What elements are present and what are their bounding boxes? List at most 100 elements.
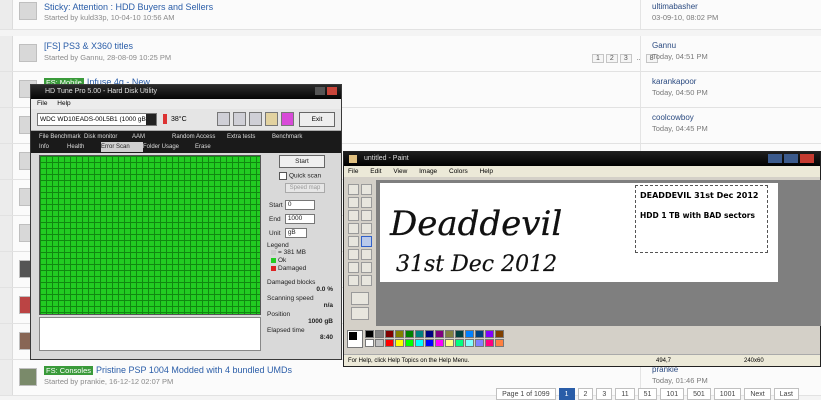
paint-titlebar[interactable]: untitled - Paint [344,152,820,166]
save-icon[interactable] [249,112,262,126]
eraser-icon[interactable] [348,197,359,208]
tab-aam[interactable]: AAM [132,132,172,142]
palette-swatch[interactable] [485,339,494,347]
fill-icon[interactable] [361,197,372,208]
palette-swatch[interactable] [405,339,414,347]
palette-swatch[interactable] [465,339,474,347]
exit-button[interactable]: Exit [299,112,335,127]
palette-swatch[interactable] [405,330,414,338]
page-link[interactable]: 3 [596,388,613,400]
palette-swatch[interactable] [485,330,494,338]
airbrush-icon[interactable] [348,236,359,247]
tab-folder-usage[interactable]: Folder Usage [143,142,195,152]
palette-swatch[interactable] [465,330,474,338]
polygon-icon[interactable] [361,262,372,273]
page-link[interactable]: 501 [687,388,711,400]
palette-swatch[interactable] [475,330,484,338]
curve-icon[interactable] [361,249,372,260]
next-page-button[interactable]: Next [744,388,771,400]
tab-erase[interactable]: Erase [195,142,225,152]
unit-select[interactable]: gB [284,228,307,238]
last-post-user[interactable]: Gannu [652,41,676,50]
transparency-clear-icon[interactable] [351,307,369,320]
palette-swatch[interactable] [385,339,394,347]
palette-swatch[interactable] [455,330,464,338]
tab-disk-monitor[interactable]: Disk monitor [84,132,132,142]
page-link-current[interactable]: 1 [558,388,575,400]
menu-file[interactable]: File [348,168,358,175]
text-box[interactable]: DEADDEVIL 31st Dec 2012 HDD 1 TB with BA… [635,185,768,253]
page-link[interactable]: 101 [660,388,685,400]
start-button[interactable]: Start [279,155,325,168]
options-icon[interactable] [265,112,278,126]
page-link[interactable]: 3 [619,54,632,63]
last-post-user[interactable]: karankapoor [652,77,696,86]
menu-image[interactable]: Image [419,168,437,175]
chevron-down-icon[interactable] [146,114,156,125]
palette-swatch[interactable] [495,339,504,347]
thread-title[interactable]: Pristine PSP 1004 Modded with 4 bundled … [96,365,292,375]
page-link[interactable]: 11 [615,388,635,400]
palette-swatch[interactable] [375,339,384,347]
minimize-icon[interactable] [768,154,782,163]
page-link[interactable]: 1001 [713,388,742,400]
thread-title[interactable]: [FS] PS3 & X360 titles [44,41,133,51]
rounded-rect-icon[interactable] [361,275,372,286]
palette-swatch[interactable] [475,339,484,347]
paint-canvas[interactable]: Deaddevil 31st Dec 2012 DEADDEVIL 31st D… [380,183,778,282]
page-link[interactable]: 2 [605,54,618,63]
palette-swatch[interactable] [435,339,444,347]
palette-swatch[interactable] [365,339,374,347]
menu-view[interactable]: View [393,168,407,175]
palette-swatch[interactable] [415,339,424,347]
hdtune-titlebar[interactable]: HD Tune Pro 5.00 - Hard Disk Utility [31,85,341,99]
last-post-user[interactable]: ultimabasher [652,2,698,11]
tab-benchmark[interactable]: Benchmark [272,132,320,142]
thread-title[interactable]: Sticky: Attention : HDD Buyers and Selle… [44,2,213,12]
palette-swatch[interactable] [375,330,384,338]
page-link[interactable]: 1 [592,54,604,63]
palette-swatch[interactable] [415,330,424,338]
page-link[interactable]: 51 [637,388,658,400]
maximize-icon[interactable] [784,154,798,163]
magnifier-icon[interactable] [361,210,372,221]
thread-row[interactable]: Sticky: Attention : HDD Buyers and Selle… [0,0,821,30]
last-page-button[interactable]: Last [773,388,799,400]
copy-all-icon[interactable] [233,112,246,126]
palette-swatch[interactable] [445,339,454,347]
ellipse-icon[interactable] [348,275,359,286]
thread-title-wrap[interactable]: FS: Consoles Pristine PSP 1004 Modded wit… [44,365,292,375]
palette-swatch[interactable] [425,339,434,347]
palette-swatch[interactable] [435,330,444,338]
pencil-icon[interactable] [348,223,359,234]
palette-swatch[interactable] [445,330,454,338]
menu-help[interactable]: Help [57,100,70,107]
page-selector[interactable]: Page 1 of 1099 [496,388,556,400]
menu-colors[interactable]: Colors [449,168,468,175]
palette-swatch[interactable] [395,339,404,347]
line-icon[interactable] [348,249,359,260]
rect-select-icon[interactable] [361,184,372,195]
page-link[interactable]: 2 [577,388,594,400]
tab-file-benchmark[interactable]: File Benchmark [39,132,84,142]
menu-help[interactable]: Help [480,168,493,175]
free-select-icon[interactable] [348,184,359,195]
minimize-icon[interactable] [315,87,325,95]
drive-select[interactable]: WDC WD10EADS-00L5B1 (1000 gB) [37,113,157,126]
menu-file[interactable]: File [37,100,47,107]
quick-scan-checkbox[interactable]: Quick scan [279,172,337,180]
speed-map-button[interactable]: Speed map [285,183,325,193]
tab-extra-tests[interactable]: Extra tests [227,132,272,142]
palette-swatch[interactable] [365,330,374,338]
end-input[interactable]: 1000 [284,214,315,224]
tab-random-access[interactable]: Random Access [172,132,227,142]
download-icon[interactable] [281,112,294,126]
copy-icon[interactable] [217,112,230,126]
brush-icon[interactable] [361,223,372,234]
start-input[interactable]: 0 [284,200,315,210]
thread-row[interactable]: [FS] PS3 & X360 titles Started by Gannu,… [0,36,821,72]
palette-swatch[interactable] [385,330,394,338]
rectangle-icon[interactable] [348,262,359,273]
tab-info[interactable]: Info [39,142,67,152]
close-icon[interactable] [327,87,337,95]
